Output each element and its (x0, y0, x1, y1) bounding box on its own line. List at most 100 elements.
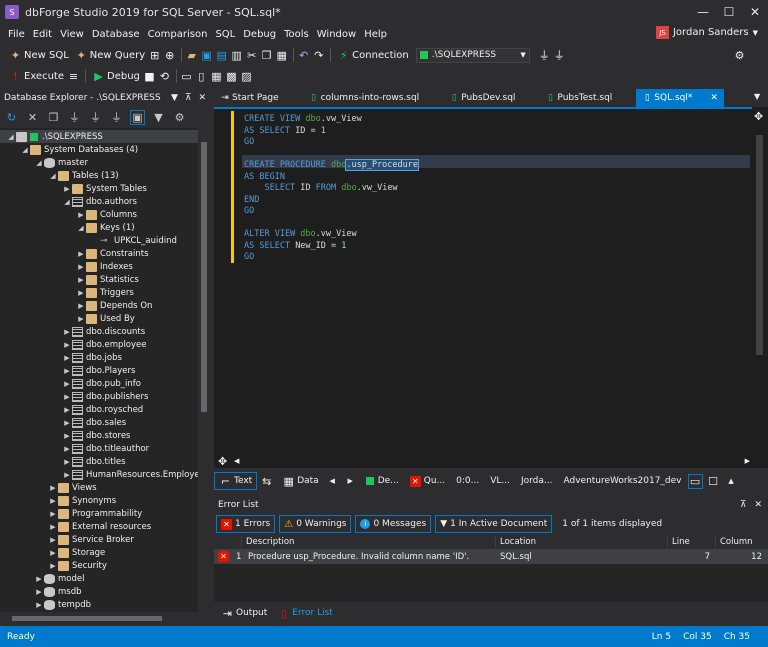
tab-document[interactable]: ▯ columns-into-rows.sql (303, 89, 444, 107)
tab-document[interactable]: ▯ PubsTest.sql (539, 89, 636, 107)
copy-icon[interactable]: ❐ (260, 49, 273, 62)
chevron-right-icon[interactable]: ▶ (344, 475, 357, 488)
scroll-thumb[interactable] (201, 142, 207, 412)
tree-item[interactable]: ◢ Keys (1) (76, 221, 135, 234)
tree-item[interactable]: ▶ Depends On (76, 299, 152, 312)
add-icon[interactable]: ⊕ (163, 49, 176, 62)
disconnect-icon[interactable]: ⏚ (110, 111, 123, 124)
close-icon[interactable]: ✕ (198, 93, 206, 103)
tree-item[interactable]: ▶ dbo.employee (62, 338, 147, 351)
tree-item[interactable]: ◢ Tables (13) (48, 169, 119, 182)
tree-item[interactable]: ▶ Service Broker (48, 533, 134, 546)
pin-icon[interactable]: ⊼ (185, 93, 192, 103)
tree-item[interactable]: ▶ Indexes (76, 260, 133, 273)
expand-arrow-icon[interactable]: ▶ (48, 497, 58, 505)
maximize-button[interactable]: ☐ (716, 0, 742, 24)
tree-item[interactable]: ▶ Programmability (48, 507, 142, 520)
connect-icon[interactable]: ⏚ (538, 49, 551, 62)
expand-arrow-icon[interactable]: ▶ (62, 406, 72, 414)
maximize-icon[interactable]: ☐ (707, 475, 720, 488)
column-header-line[interactable]: Line (668, 535, 716, 548)
tree-item[interactable]: ▶ dbo.discounts (62, 325, 145, 338)
swap-icon[interactable]: ⇆ (260, 475, 273, 488)
expand-arrow-icon[interactable]: ▶ (34, 601, 44, 609)
execute-button[interactable]: ! Execute (6, 67, 67, 85)
text-mode-button[interactable]: ⌐ Text (214, 472, 258, 490)
expand-arrow-icon[interactable]: ▶ (62, 393, 72, 401)
tab-error-list[interactable]: ▯ Error List (274, 605, 336, 621)
tree-item[interactable]: ▶ Constraints (76, 247, 149, 260)
move-icon[interactable]: ✥ (218, 455, 227, 468)
format-icon[interactable]: ▭ (180, 70, 193, 83)
expand-arrow-icon[interactable]: ▶ (62, 419, 72, 427)
chevron-right-icon[interactable]: ▶ (745, 457, 750, 465)
menu-tools[interactable]: Tools (280, 29, 313, 40)
print-icon[interactable]: ▥ (230, 49, 243, 62)
tree-item[interactable]: ▶ External resources (48, 520, 151, 533)
active-document-filter-button[interactable]: ▼ 1 In Active Document (435, 515, 553, 533)
tree-item[interactable]: ⊸ UPKCL_auidind (90, 234, 177, 247)
expand-arrow-icon[interactable]: ▶ (76, 276, 86, 284)
grid-icon[interactable]: ▦ (210, 70, 223, 83)
editor-vertical-scrollbar[interactable]: ✥ (752, 107, 768, 456)
expand-arrow-icon[interactable]: ▶ (62, 432, 72, 440)
expand-arrow-icon[interactable]: ▶ (62, 458, 72, 466)
menu-window[interactable]: Window (313, 29, 360, 40)
copy-icon[interactable]: ❐ (47, 111, 60, 124)
scroll-thumb[interactable] (756, 135, 763, 355)
tree-item[interactable]: ▶ Used By (76, 312, 135, 325)
tree-item[interactable]: ▶ dbo.pub_info (62, 377, 141, 390)
expand-arrow-icon[interactable]: ▶ (34, 588, 44, 596)
refresh-icon[interactable]: ↻ (5, 111, 18, 124)
tree-item[interactable]: ▶ Synonyms (48, 494, 116, 507)
close-tab-icon[interactable]: ✕ (710, 93, 718, 103)
new-sql-button[interactable]: ✦ New SQL (6, 46, 72, 64)
warnings-filter-button[interactable]: ⚠ 0 Warnings (279, 515, 352, 533)
tree-item[interactable]: ▶ System Tables (62, 182, 147, 195)
column-header-column[interactable]: Column (716, 535, 768, 548)
save-icon[interactable]: ▣ (200, 49, 213, 62)
redo-icon[interactable]: ↷ (312, 49, 325, 62)
tree-item[interactable]: ▶ dbo.jobs (62, 351, 122, 364)
expand-arrow-icon[interactable]: ▶ (48, 549, 58, 557)
collapse-arrow-icon[interactable]: ◢ (34, 159, 44, 167)
undo-icon[interactable]: ↶ (297, 49, 310, 62)
scroll-thumb[interactable] (12, 616, 162, 621)
debug-button[interactable]: ▶ Debug (89, 67, 143, 85)
disconnect-icon[interactable]: ⏚ (553, 49, 566, 62)
explorer-vertical-scrollbar[interactable] (198, 128, 210, 612)
connect-icon[interactable]: ⏚ (89, 111, 102, 124)
column-header-location[interactable]: Location (496, 535, 668, 548)
tree-item[interactable]: ▶ dbo.publishers (62, 390, 148, 403)
tree-item[interactable]: ▶ msdb (34, 585, 82, 598)
expand-arrow-icon[interactable]: ▶ (48, 523, 58, 531)
tab-output[interactable]: ⇥ Output (218, 605, 270, 621)
explorer-horizontal-scrollbar[interactable] (0, 612, 210, 625)
menu-edit[interactable]: Edit (29, 29, 56, 40)
tree-item[interactable]: ▶ dbo.Players (62, 364, 135, 377)
panel-toggle-icon[interactable]: ▭ (687, 473, 703, 489)
tree-item[interactable]: ▶ dbo.sales (62, 416, 126, 429)
delete-icon[interactable]: ✕ (26, 111, 39, 124)
properties-icon[interactable]: ⚙ (173, 111, 186, 124)
menu-sql[interactable]: SQL (211, 29, 239, 40)
tree-item[interactable]: ▶ model (34, 572, 84, 585)
column-header-description[interactable]: Description (242, 535, 496, 548)
tree-item[interactable]: ◢ master (34, 156, 88, 169)
expand-arrow-icon[interactable]: ▶ (76, 250, 86, 258)
tree-item[interactable]: ▶ Statistics (76, 273, 139, 286)
chart-icon[interactable]: ▨ (240, 70, 253, 83)
open-folder-icon[interactable]: ▰ (185, 49, 198, 62)
expand-arrow-icon[interactable]: ▶ (76, 211, 86, 219)
connection-select[interactable]: .\SQLEXPRESS ▼ (415, 47, 530, 63)
new-item-icon[interactable]: ⊞ (148, 49, 161, 62)
new-query-button[interactable]: ✦ New Query (72, 46, 148, 64)
expand-arrow-icon[interactable]: ▶ (48, 510, 58, 518)
expand-arrow-icon[interactable]: ▶ (62, 445, 72, 453)
menu-database[interactable]: Database (88, 29, 144, 40)
collapse-arrow-icon[interactable]: ◢ (48, 172, 58, 180)
chevron-left-icon[interactable]: ◀ (234, 457, 239, 465)
tab-document[interactable]: ⇥ Start Page (214, 89, 303, 107)
chevron-left-icon[interactable]: ◀ (326, 475, 339, 488)
expand-arrow-icon[interactable]: ▶ (48, 484, 58, 492)
